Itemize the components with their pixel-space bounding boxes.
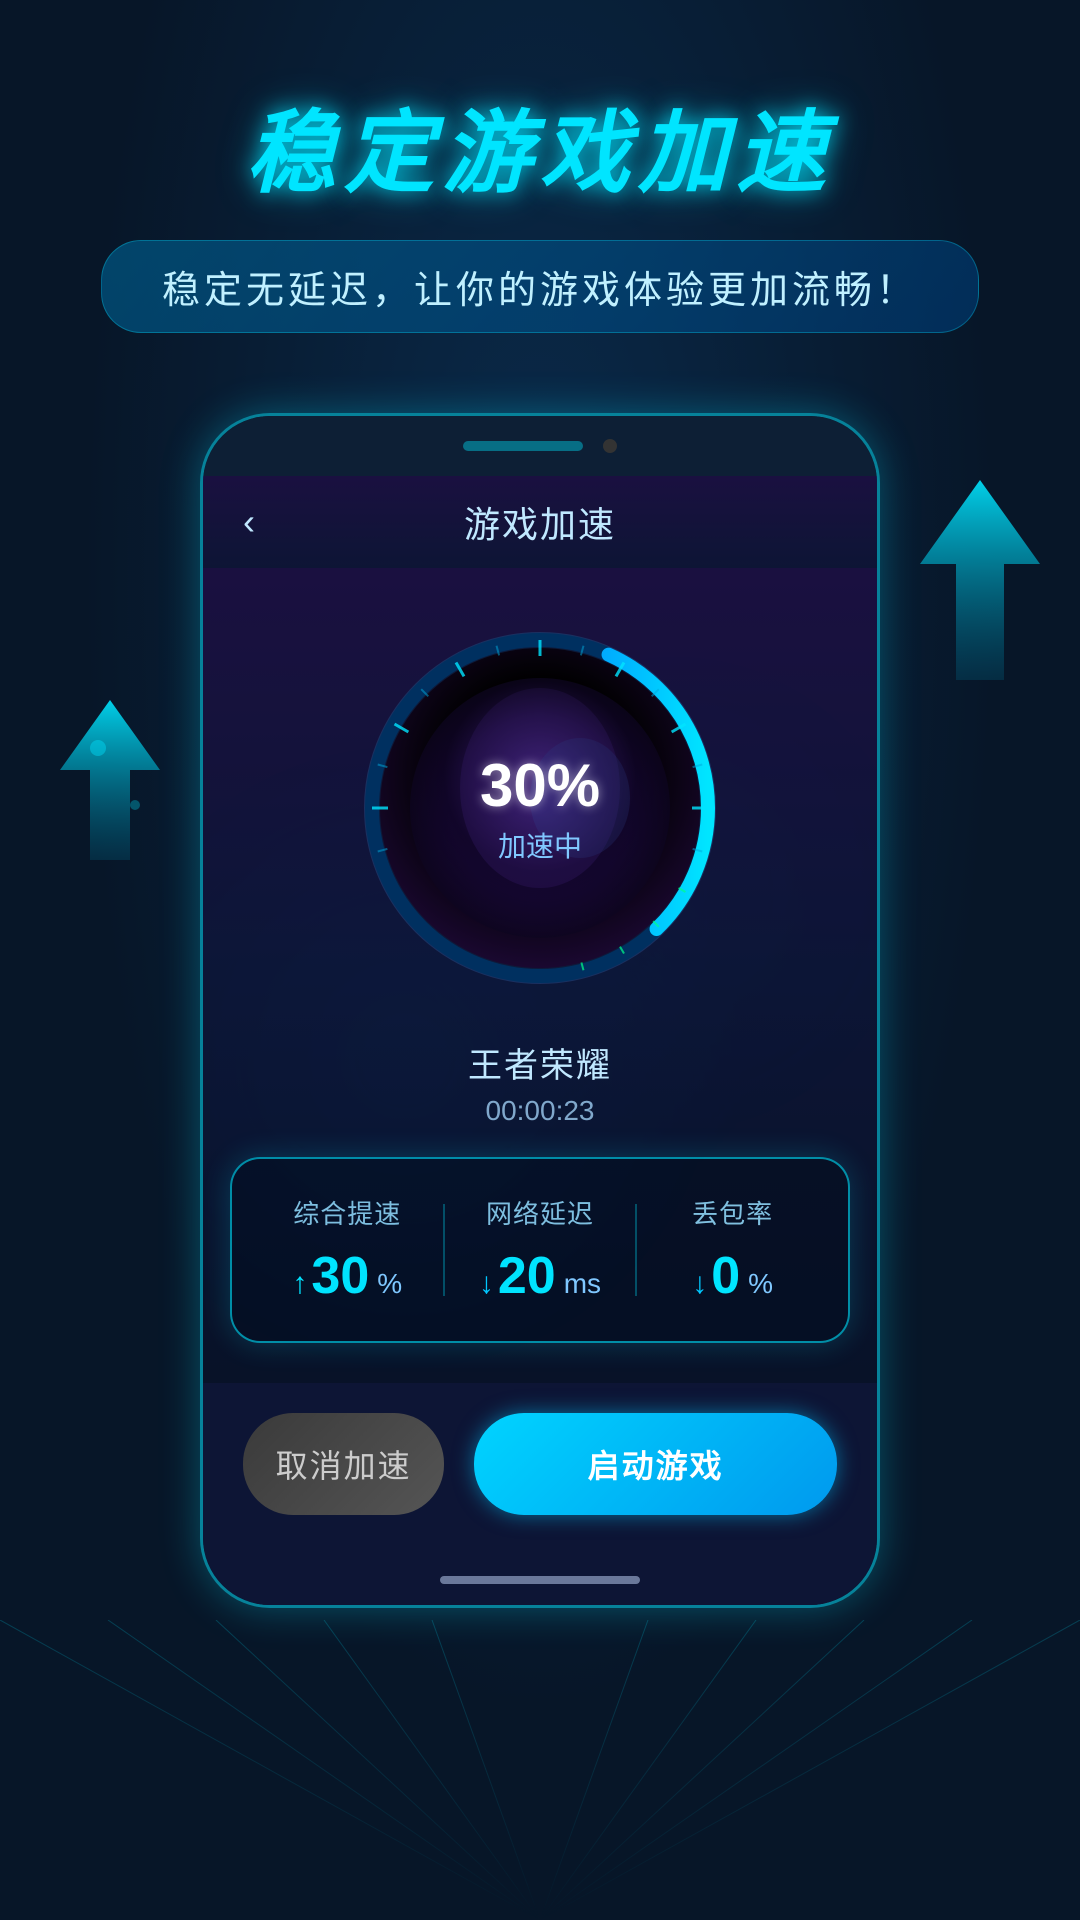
phone-mockup: ‹ 游戏加速 [200, 413, 880, 1608]
phone-actions: 取消加速 启动游戏 [203, 1383, 877, 1565]
phone-notch [463, 441, 583, 451]
subtitle-banner: 稳定无延迟，让你的游戏体验更加流畅！ [101, 240, 979, 333]
phone-header: ‹ 游戏加速 [203, 476, 877, 568]
phone-camera [603, 439, 617, 453]
main-title: 稳定游戏加速 [246, 80, 834, 210]
game-name: 王者荣耀 [468, 1038, 612, 1087]
gauge-label: 加速中 [480, 825, 600, 865]
gauge-container: 30% 加速中 [350, 618, 730, 998]
phone-screen-title: 游戏加速 [464, 496, 616, 548]
subtitle-text: 稳定无延迟，让你的游戏体验更加流畅！ [162, 270, 918, 312]
gauge-center: 30% 加速中 [480, 751, 600, 865]
back-button[interactable]: ‹ [243, 501, 255, 543]
cancel-button[interactable]: 取消加速 [243, 1413, 444, 1515]
game-info: 王者荣耀 00:00:23 [468, 1038, 612, 1127]
gauge-percent: 30% [480, 751, 600, 820]
page-container: 稳定游戏加速 稳定无延迟，让你的游戏体验更加流畅！ ‹ 游戏加速 [0, 0, 1080, 1920]
home-indicator [440, 1576, 640, 1584]
game-time: 00:00:23 [468, 1095, 612, 1127]
phone-home-bar [203, 1565, 877, 1605]
phone-content: 30% 加速中 王者荣耀 00:00:23 综合提速 ↑ 30 % [203, 568, 877, 1383]
start-game-button[interactable]: 启动游戏 [474, 1413, 837, 1515]
phone-notch-area [203, 416, 877, 476]
